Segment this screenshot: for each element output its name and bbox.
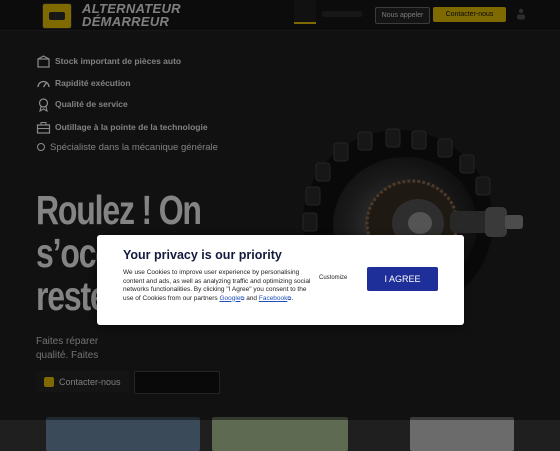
- google-link[interactable]: Google: [219, 295, 240, 302]
- privacy-body: We use Cookies to improve user experienc…: [123, 269, 311, 302]
- modal-backdrop: [0, 0, 560, 420]
- gallery-thumbnail[interactable]: [410, 417, 514, 451]
- gallery-thumbnail[interactable]: [212, 417, 348, 451]
- external-link-icon: ⧉: [240, 295, 245, 302]
- privacy-consent-dialog: Your privacy is our priority We use Cook…: [97, 235, 464, 325]
- privacy-title: Your privacy is our priority: [123, 248, 282, 262]
- gallery-thumbnail[interactable]: [46, 417, 200, 451]
- agree-button[interactable]: I AGREE: [367, 267, 438, 291]
- external-link-icon: ⧉: [287, 295, 292, 302]
- customize-button[interactable]: Customize: [319, 275, 347, 281]
- privacy-and-text: and: [246, 294, 258, 302]
- facebook-link[interactable]: Facebook: [259, 295, 288, 302]
